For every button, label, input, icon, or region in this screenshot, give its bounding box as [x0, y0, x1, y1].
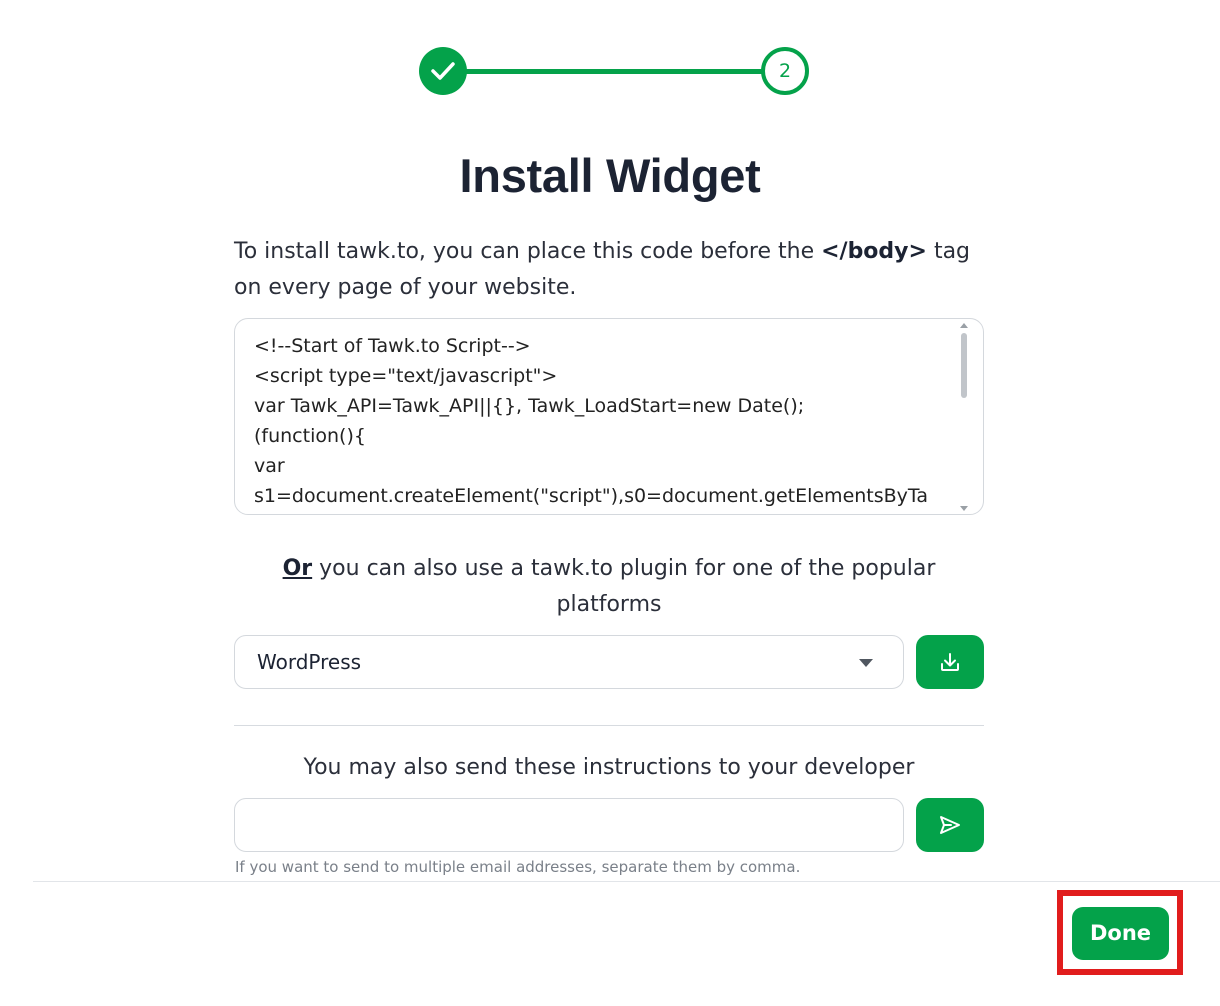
plugin-instructions: Or you can also use a tawk.to plugin for…: [234, 551, 984, 623]
code-line: var: [254, 455, 285, 477]
scroll-up-arrow-icon[interactable]: [960, 323, 968, 328]
or-label: Or: [282, 556, 313, 581]
step-1-complete: [419, 47, 467, 95]
page-title: Install Widget: [459, 149, 761, 202]
check-icon: [431, 62, 455, 80]
stepper-connector: [443, 69, 785, 74]
progress-stepper: 2: [419, 46, 809, 96]
code-line: var Tawk_API=Tawk_API||{}, Tawk_LoadStar…: [254, 395, 805, 417]
install-instructions: To install tawk.to, you can place this c…: [234, 234, 994, 306]
done-button[interactable]: Done: [1072, 907, 1169, 960]
download-icon: [941, 653, 959, 671]
code-line: <script type="text/javascript">: [254, 365, 558, 387]
chevron-down-icon: [859, 659, 873, 667]
platform-select[interactable]: WordPress: [234, 635, 904, 689]
selected-platform: WordPress: [257, 650, 362, 674]
widget-code-textarea[interactable]: <!--Start of Tawk.to Script--> <script t…: [234, 318, 984, 515]
footer-divider: [33, 881, 1220, 882]
code-scrollbar[interactable]: [959, 323, 969, 511]
plugin-text: you can also use a tawk.to plugin for on…: [312, 556, 936, 617]
send-icon: [940, 816, 960, 834]
code-line: s1=document.createElement("script"),s0=d…: [254, 485, 929, 507]
code-line: <!--Start of Tawk.to Script-->: [254, 335, 531, 357]
body-tag-label: </body>: [821, 239, 927, 264]
developer-email-input[interactable]: [234, 798, 904, 852]
send-instructions-button[interactable]: [916, 798, 984, 852]
section-divider: [234, 725, 984, 726]
developer-instructions: You may also send these instructions to …: [303, 755, 915, 780]
step-2-current: 2: [761, 47, 809, 95]
intro-text-start: To install tawk.to, you can place this c…: [234, 239, 822, 264]
email-hint: If you want to send to multiple email ad…: [235, 858, 801, 876]
download-plugin-button[interactable]: [916, 635, 984, 689]
code-line: (function(){: [254, 425, 366, 447]
scrollbar-thumb[interactable]: [961, 333, 967, 398]
scroll-down-arrow-icon[interactable]: [960, 506, 968, 511]
code-content[interactable]: <!--Start of Tawk.to Script--> <script t…: [254, 331, 946, 511]
